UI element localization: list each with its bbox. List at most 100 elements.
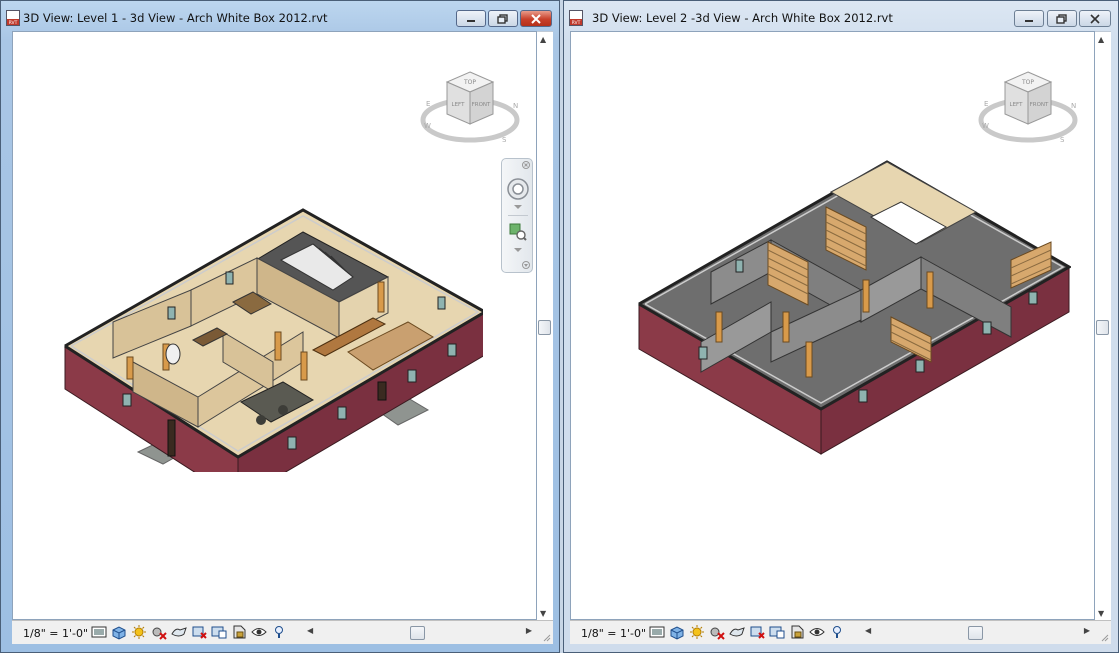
temporary-hide-icon[interactable] [808, 624, 828, 640]
temporary-hide-icon[interactable] [250, 624, 270, 640]
scroll-up-icon[interactable]: ▲ [540, 35, 546, 44]
window [287, 436, 297, 450]
view-scale[interactable]: 1/8" = 1'-0" [581, 627, 646, 640]
svg-text:TOP: TOP [463, 79, 476, 86]
window [858, 389, 868, 403]
sun-path-icon[interactable] [688, 624, 708, 640]
door [782, 311, 790, 343]
dropdown-arrow-icon[interactable] [514, 205, 522, 210]
title-bar[interactable]: RVT 3D View: Level 1 - 3d View - Arch Wh… [1, 1, 559, 31]
svg-text:RVT: RVT [9, 20, 18, 26]
door [300, 351, 308, 381]
show-crop-region-icon[interactable] [768, 624, 788, 640]
svg-text:N: N [1071, 102, 1076, 110]
visual-style-icon[interactable] [90, 624, 110, 640]
horizontal-scroll-thumb[interactable] [410, 626, 425, 640]
zoom-region-icon[interactable] [509, 223, 527, 241]
dropdown-arrow-icon[interactable] [514, 248, 522, 253]
minimize-button[interactable] [1014, 10, 1044, 27]
sun-path-icon[interactable] [130, 624, 150, 640]
vertical-scrollbar[interactable]: ▲ ▼ [537, 31, 553, 620]
drawing-canvas[interactable]: TOP LEFT FRONT N W S E [570, 31, 1095, 620]
view-window-level-1[interactable]: RVT 3D View: Level 1 - 3d View - Arch Wh… [0, 0, 560, 653]
window [698, 346, 708, 360]
shadows-off-icon[interactable] [150, 624, 170, 640]
restore-icon [1056, 13, 1067, 24]
3d-box-icon[interactable] [110, 624, 130, 640]
3d-box-icon[interactable] [668, 624, 688, 640]
crop-view-icon[interactable] [190, 624, 210, 640]
show-rendering-icon[interactable] [170, 624, 190, 640]
close-button[interactable] [520, 10, 552, 27]
close-button[interactable] [1079, 10, 1111, 27]
svg-text:E: E [426, 100, 430, 108]
svg-text:FRONT: FRONT [472, 102, 491, 108]
close-icon [1090, 13, 1100, 24]
scroll-right-icon[interactable]: ▶ [526, 626, 532, 635]
horizontal-scrollbar[interactable]: ◀ ▶ [307, 626, 532, 640]
window [122, 393, 132, 407]
show-rendering-icon[interactable] [728, 624, 748, 640]
door [805, 341, 813, 378]
close-icon [531, 13, 541, 24]
drawing-canvas[interactable]: TOP LEFT FRONT N W S E [12, 31, 537, 620]
door [377, 281, 385, 313]
window [437, 296, 446, 310]
restore-button[interactable] [488, 10, 518, 27]
view-scale[interactable]: 1/8" = 1'-0" [23, 627, 88, 640]
horizontal-scrollbar[interactable]: ◀ ▶ [865, 626, 1090, 640]
revit-file-icon: RVT [6, 10, 20, 26]
navigation-bar[interactable] [501, 158, 533, 273]
vertical-scroll-thumb[interactable] [1096, 320, 1109, 335]
scroll-left-icon[interactable]: ◀ [865, 626, 871, 635]
window [225, 271, 234, 285]
level-2-3d-model[interactable] [626, 157, 1071, 457]
show-crop-region-icon[interactable] [210, 624, 230, 640]
title-bar[interactable]: RVT 3D View: Level 2 -3d View - Arch Whi… [564, 1, 1118, 31]
level-1-3d-model[interactable] [53, 182, 483, 472]
svg-text:S: S [502, 136, 507, 144]
crop-view-icon[interactable] [748, 624, 768, 640]
view-control-icons [90, 624, 290, 640]
scroll-up-icon[interactable]: ▲ [1098, 35, 1104, 44]
door [862, 279, 870, 313]
scroll-right-icon[interactable]: ▶ [1084, 626, 1090, 635]
svg-text:RVT: RVT [572, 20, 581, 26]
bathtub [165, 343, 181, 365]
unlock-3d-view-icon[interactable] [230, 624, 250, 640]
reveal-hidden-icon[interactable] [270, 624, 290, 640]
nav-divider [508, 215, 528, 216]
steering-wheel-icon[interactable] [507, 178, 529, 200]
horizontal-scroll-thumb[interactable] [968, 626, 983, 640]
view-control-bar: 1/8" = 1'-0" ◀ ▶ [570, 620, 1111, 644]
minimize-icon [467, 19, 475, 22]
reveal-hidden-icon[interactable] [828, 624, 848, 640]
revit-file-icon: RVT [569, 10, 583, 26]
minimize-button[interactable] [456, 10, 486, 27]
scroll-down-icon[interactable]: ▼ [1098, 609, 1104, 618]
visual-style-icon[interactable] [648, 624, 668, 640]
scroll-left-icon[interactable]: ◀ [307, 626, 313, 635]
window [735, 259, 744, 273]
restore-icon [497, 13, 508, 24]
nav-close-icon[interactable] [522, 161, 530, 169]
window [982, 321, 992, 335]
svg-text:S: S [1060, 136, 1065, 144]
scroll-down-icon[interactable]: ▼ [540, 609, 546, 618]
viewcube[interactable]: TOP LEFT FRONT N W S E [418, 70, 523, 150]
unlock-3d-view-icon[interactable] [788, 624, 808, 640]
resize-grip-icon[interactable] [1100, 633, 1109, 642]
svg-text:W: W [424, 122, 431, 130]
door [715, 311, 723, 343]
restore-button[interactable] [1047, 10, 1077, 27]
view-window-level-2[interactable]: RVT 3D View: Level 2 -3d View - Arch Whi… [563, 0, 1119, 653]
viewcube[interactable]: TOP LEFT FRONT N W S E [976, 70, 1081, 150]
vertical-scroll-thumb[interactable] [538, 320, 551, 335]
nav-options-icon[interactable] [522, 261, 530, 269]
svg-text:LEFT: LEFT [1010, 102, 1024, 108]
shadows-off-icon[interactable] [708, 624, 728, 640]
window [915, 359, 925, 373]
resize-grip-icon[interactable] [542, 633, 551, 642]
vertical-scrollbar[interactable]: ▲ ▼ [1095, 31, 1111, 620]
window [407, 369, 417, 383]
